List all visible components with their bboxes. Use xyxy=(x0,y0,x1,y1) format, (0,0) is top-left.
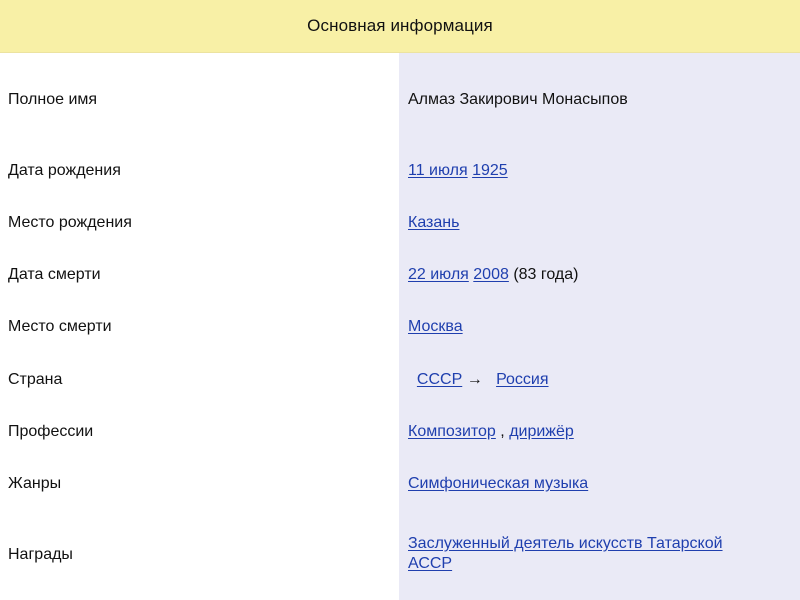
awards-label: Награды xyxy=(8,546,73,563)
symphonic-music-link[interactable]: Симфоническая музыка xyxy=(408,475,588,492)
genres-label: Жанры xyxy=(8,475,62,492)
country-russia-link[interactable]: Россия xyxy=(496,371,548,388)
genres-value: Симфоническая музыка xyxy=(408,474,793,494)
birth-date-label: Дата рождения xyxy=(8,162,121,179)
conductor-link[interactable]: дирижёр xyxy=(509,423,574,440)
birth-day-link[interactable]: 11 июля xyxy=(408,162,468,179)
full-name-text: Алмаз Закирович Монасыпов xyxy=(408,91,628,108)
infobox: Основная информация Полное имя Алмаз Зак… xyxy=(0,0,800,600)
honored-artist-line-2: АССР xyxy=(408,555,453,572)
honored-artist-link[interactable]: Заслуженный деятель искусств Татарской А… xyxy=(408,535,723,572)
age-at-death: (83 года) xyxy=(513,266,579,283)
professions-separator: , xyxy=(500,423,505,440)
infobox-title: Основная информация xyxy=(307,16,493,35)
death-place-link[interactable]: Москва xyxy=(408,318,463,335)
country-value: СССР → Россия xyxy=(408,370,793,390)
infobox-header: Основная информация xyxy=(0,0,800,53)
country-label: Страна xyxy=(8,371,63,388)
birth-year-link[interactable]: 1925 xyxy=(472,162,508,179)
death-day-link[interactable]: 22 июля xyxy=(408,266,469,283)
death-year-link[interactable]: 2008 xyxy=(473,266,509,283)
full-name-label: Полное имя xyxy=(8,91,98,108)
birth-place-label: Место рождения xyxy=(8,214,132,231)
birth-place-link[interactable]: Казань xyxy=(408,214,459,231)
death-place-label: Место смерти xyxy=(8,318,112,335)
awards-value: Заслуженный деятель искусств Татарской А… xyxy=(408,534,793,574)
death-place-value: Москва xyxy=(408,317,793,337)
death-date-value: 22 июля 2008 (83 года) xyxy=(408,265,793,285)
birth-date-value: 11 июля 1925 xyxy=(408,161,793,181)
country-ussr-link[interactable]: СССР xyxy=(417,371,462,388)
full-name-value: Алмаз Закирович Монасыпов xyxy=(408,90,793,110)
honored-artist-line-1: Заслуженный деятель искусств Татарской xyxy=(408,535,723,552)
composer-link[interactable]: Композитор xyxy=(408,423,496,440)
country-arrow-icon: → xyxy=(466,371,483,388)
professions-value: Композитор , дирижёр xyxy=(408,422,793,442)
birth-place-value: Казань xyxy=(408,213,793,233)
country-space xyxy=(487,371,491,388)
country-leading-space xyxy=(408,371,412,388)
professions-label: Профессии xyxy=(8,423,94,440)
death-date-label: Дата смерти xyxy=(8,266,101,283)
